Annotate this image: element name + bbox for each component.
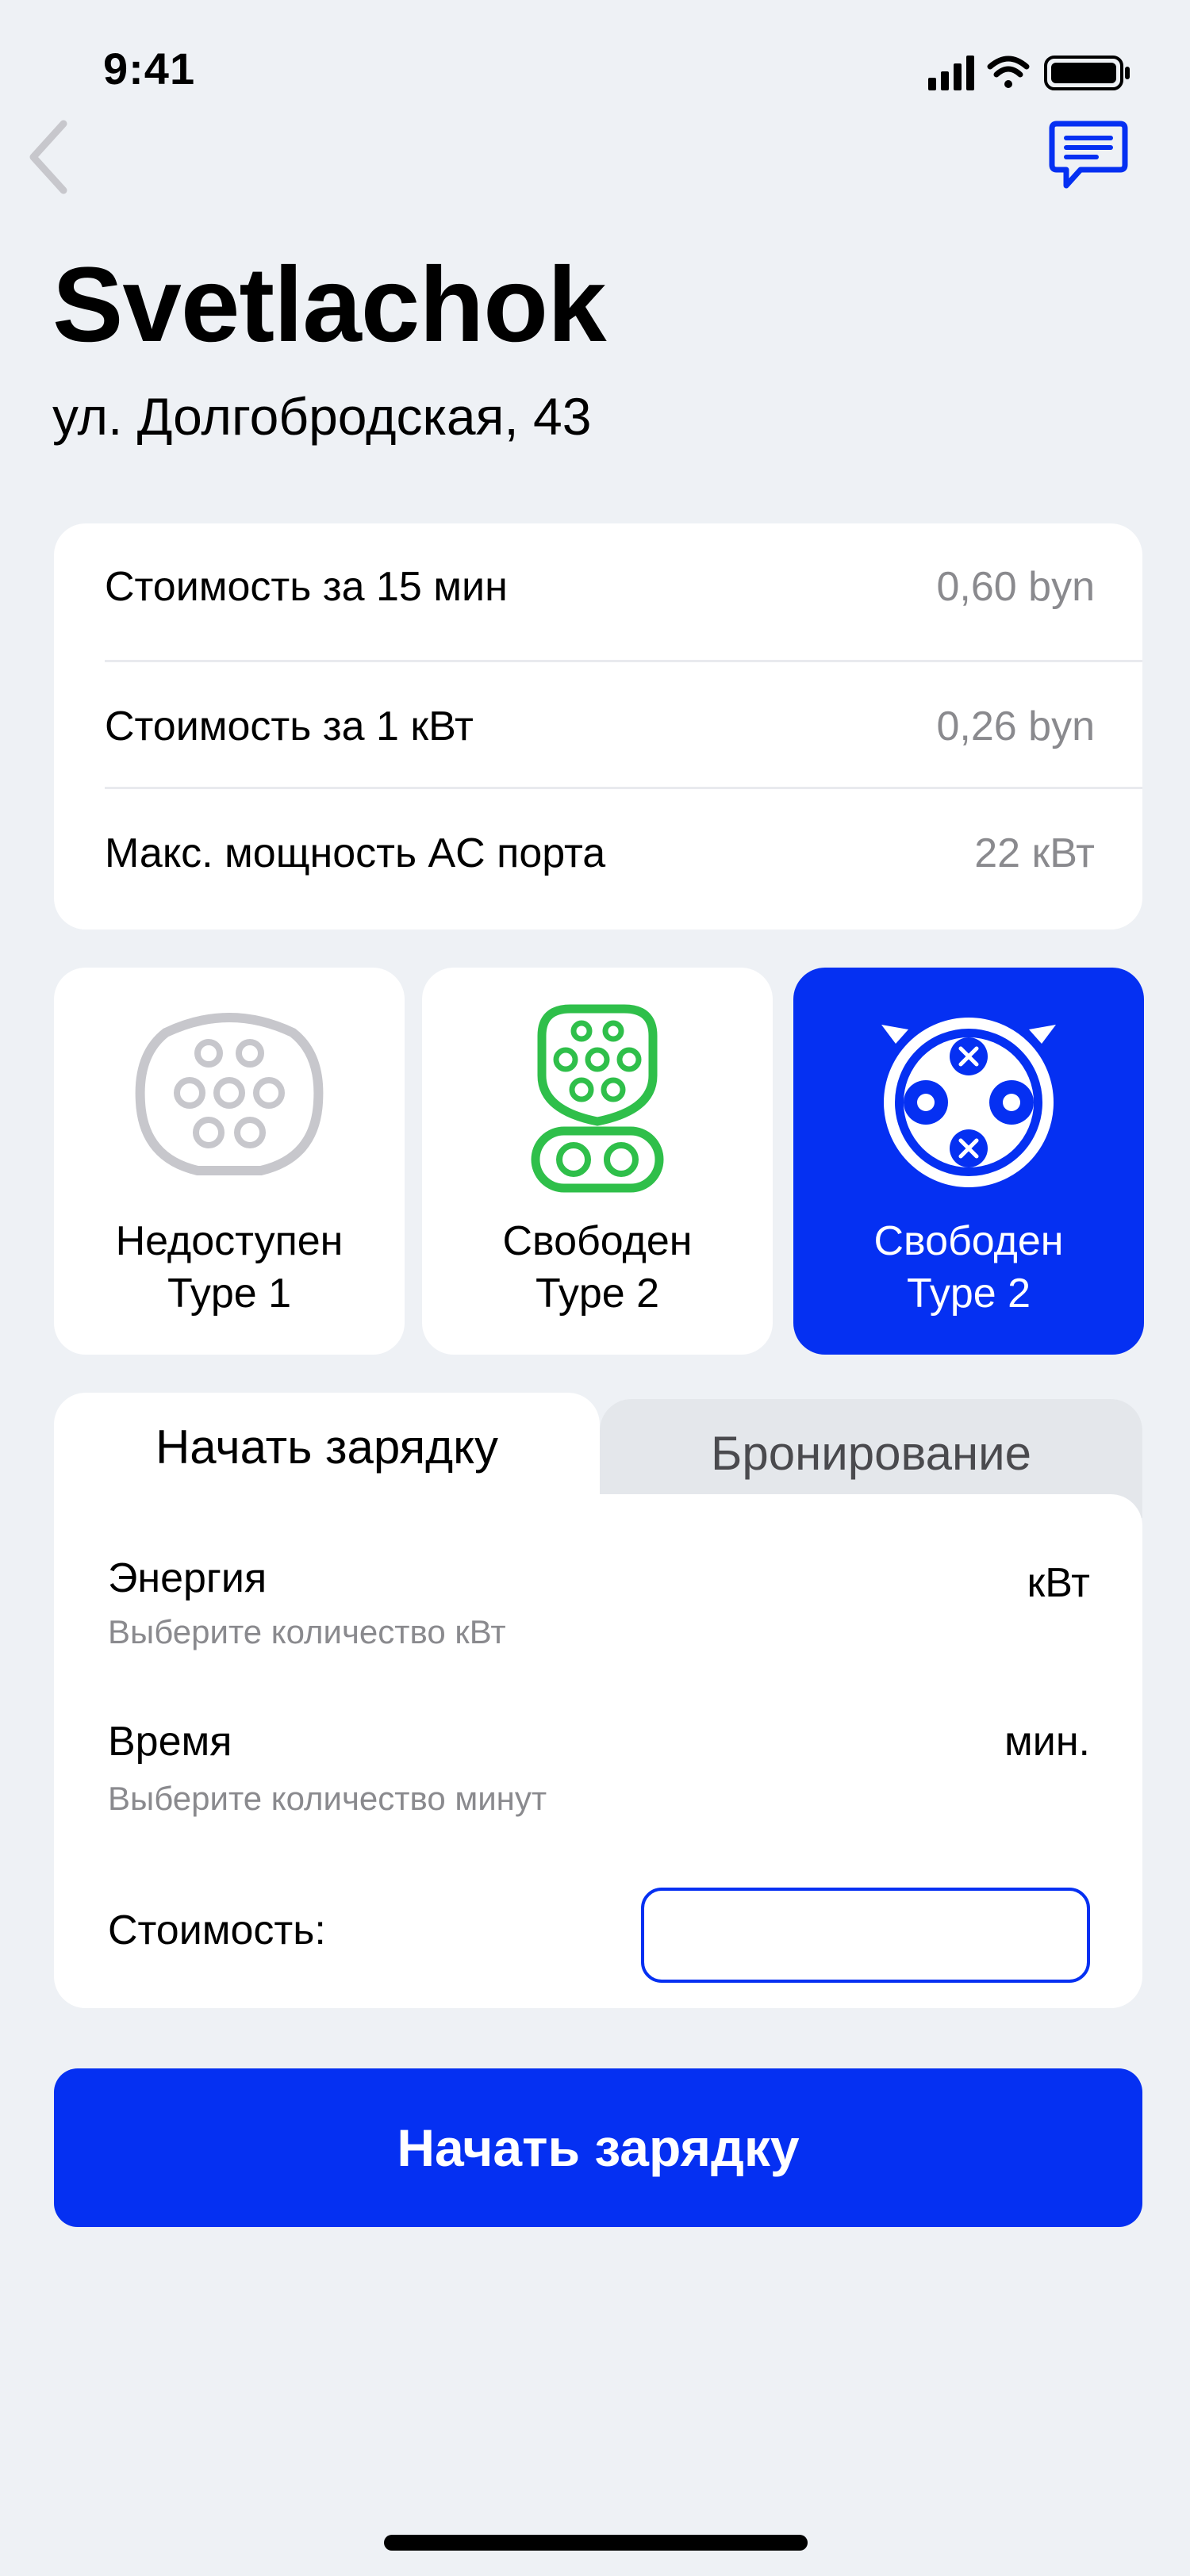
connector-type2-ccs[interactable]: Свободен Type 2 (422, 968, 773, 1355)
home-indicator (384, 2535, 808, 2551)
wifi-icon (987, 56, 1030, 88)
time-unit[interactable]: мин. (873, 1718, 1090, 1765)
info-row-max-power: Макс. мощность AC порта 22 кВт (105, 790, 1095, 917)
connector-type: Type 2 (535, 1271, 660, 1317)
energy-unit[interactable]: кВт (873, 1559, 1090, 1607)
tab-start-charging-label[interactable]: Начать зарядку (54, 1420, 600, 1474)
info-label: Стоимость за 15 мин (105, 564, 508, 610)
status-icons (928, 51, 1142, 94)
info-row-price-15min: Стоимость за 15 мин 0,60 byn (105, 523, 1095, 650)
station-address: ул. Долгобродская, 43 (52, 387, 592, 446)
divider (105, 787, 1142, 789)
tab-booking-label[interactable]: Бронирование (600, 1426, 1142, 1481)
status-time: 9:41 (103, 44, 196, 94)
signal-icon (928, 56, 974, 90)
energy-label: Энергия (108, 1555, 267, 1601)
cost-input[interactable] (641, 1888, 1090, 1983)
time-label: Время (108, 1719, 232, 1765)
connector-chademo-selected[interactable]: Свободен Type 2 (793, 968, 1144, 1355)
connector-type1[interactable]: Недоступен Type 1 (54, 968, 405, 1355)
connector-status: Свободен (873, 1218, 1064, 1264)
chat-button[interactable] (1049, 119, 1128, 192)
back-button[interactable] (24, 117, 79, 197)
chevron-left-icon (29, 120, 67, 194)
divider (105, 660, 1142, 662)
start-charging-button[interactable]: Начать зарядку (54, 2068, 1142, 2227)
connector-type: Type 1 (167, 1271, 292, 1317)
info-value: 22 кВт (974, 830, 1095, 876)
station-name: Svetlachok (52, 246, 607, 364)
connector-type: Type 2 (906, 1271, 1031, 1317)
info-label: Стоимость за 1 кВт (105, 703, 474, 749)
connector-status: Недоступен (115, 1218, 344, 1264)
battery-icon (1044, 56, 1130, 90)
cost-label: Стоимость: (108, 1907, 326, 1953)
time-hint: Выберите количество минут (108, 1780, 547, 1817)
energy-hint: Выберите количество кВт (108, 1613, 506, 1650)
connector-status: Свободен (502, 1218, 693, 1264)
tariff-card: Стоимость за 15 мин 0,60 byn Стоимость з… (54, 523, 1142, 930)
type1-connector-icon (135, 1013, 324, 1175)
chademo-connector-icon (881, 1018, 1056, 1187)
chat-bubble-icon (1049, 121, 1128, 189)
info-value: 0,60 byn (936, 564, 1096, 610)
info-value: 0,26 byn (936, 703, 1096, 749)
info-label: Макс. мощность AC порта (105, 830, 606, 876)
info-row-price-kwh: Стоимость за 1 кВт 0,26 byn (105, 663, 1095, 790)
ccs-combo-connector-icon (531, 1004, 664, 1193)
